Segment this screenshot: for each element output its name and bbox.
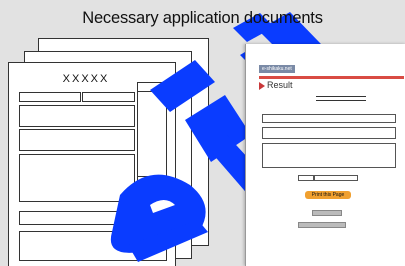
result-small-box-right [314,175,358,181]
form-field-row-4 [19,211,167,225]
result-gray-button-2[interactable] [298,222,346,228]
result-small-box-left [298,175,314,181]
result-page-screenshot: e-shikaku.net Result Print this Page [245,44,405,266]
form-field-row-2 [19,129,135,151]
result-underline-1 [316,96,366,97]
result-gray-button-1[interactable] [312,210,342,216]
photo-box-line [138,91,166,92]
result-field-2 [262,127,396,139]
result-field-3 [262,143,396,168]
page-title: Necessary application documents [82,9,323,27]
form-field-name-right [82,92,135,102]
form-field-row-5 [19,231,167,261]
result-underline-2 [316,100,366,101]
result-header-bar [259,76,404,79]
form-field-row-3 [19,154,135,202]
play-arrow-icon [259,81,265,90]
result-heading-text: Result [267,80,293,90]
form-placeholder-text: XXXXX [62,73,110,85]
result-field-1 [262,114,396,123]
result-heading: Result [259,80,293,90]
url-badge: e-shikaku.net [259,65,295,73]
form-side-box [137,176,167,206]
print-page-button[interactable]: Print this Page [305,191,351,199]
form-field-row-1 [19,105,135,127]
form-document: XXXXX [8,62,176,266]
form-photo-box [137,82,167,177]
form-field-name-left [19,92,81,102]
